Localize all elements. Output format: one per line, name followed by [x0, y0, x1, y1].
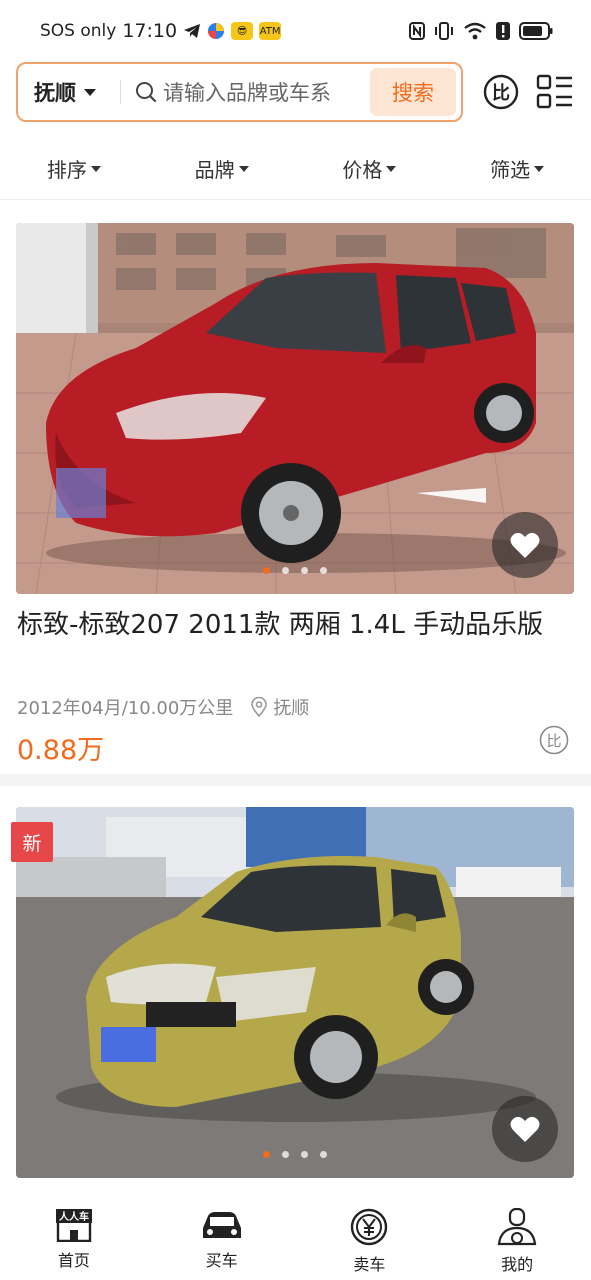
caret-down-icon — [90, 165, 101, 172]
status-bar: SOS only 17:10 😎 ATM — [0, 0, 591, 62]
profile-icon — [497, 1208, 537, 1246]
nav-label: 首页 — [57, 1251, 90, 1270]
pager-dot — [263, 567, 270, 574]
meituan-icon: 😎 — [231, 22, 254, 40]
telegram-icon — [183, 23, 201, 39]
card-separator — [0, 774, 591, 786]
compare-button[interactable]: 比 — [483, 74, 519, 110]
nav-sell[interactable]: 卖车 — [296, 1196, 444, 1280]
list-menu-icon — [536, 74, 572, 109]
filter-label: 品牌 — [194, 158, 235, 182]
battery-icon — [519, 22, 553, 40]
nav-label: 我的 — [501, 1255, 534, 1274]
vibrate-icon — [434, 22, 454, 40]
search-placeholder: 请输入品牌或车系 — [163, 81, 331, 105]
favorite-button[interactable] — [492, 512, 558, 578]
compare-label: 比 — [546, 732, 561, 750]
home-icon: 人人车 — [55, 1209, 92, 1242]
nfc-icon — [409, 22, 425, 40]
filter-more[interactable]: 筛选 — [443, 154, 591, 183]
city-selector[interactable]: 抚顺 — [18, 77, 120, 107]
heart-icon — [510, 532, 540, 558]
car-title[interactable]: 标致-标致207 2011款 两厢 1.4L 手动品乐版 — [17, 604, 573, 647]
pager-dot — [320, 567, 327, 574]
filter-label: 价格 — [342, 158, 383, 182]
status-left: SOS only 17:10 😎 ATM — [40, 20, 282, 42]
nav-home[interactable]: 人人车 首页 — [0, 1196, 148, 1280]
caret-down-icon — [238, 165, 249, 172]
pager-dot — [301, 567, 308, 574]
car-photo[interactable] — [16, 807, 574, 1178]
menu-button[interactable] — [536, 73, 574, 111]
filter-label: 排序 — [46, 158, 87, 182]
wifi-icon — [463, 22, 487, 40]
city-label: 抚顺 — [34, 81, 76, 105]
car-meta: 2012年04月/10.00万公里 抚顺 — [17, 694, 309, 720]
app-icon: ATM — [259, 22, 282, 40]
search-header: 抚顺 请输入品牌或车系 搜索 比 — [0, 62, 591, 124]
search-icon — [136, 82, 157, 103]
car-price: 0.88万 — [17, 735, 105, 766]
filter-price[interactable]: 价格 — [296, 154, 444, 183]
alert-icon — [496, 22, 510, 40]
add-compare-button[interactable]: 比 — [539, 725, 569, 755]
nav-buy[interactable]: 买车 — [148, 1196, 296, 1280]
filter-brand[interactable]: 品牌 — [148, 154, 296, 183]
pager-dot — [282, 1151, 289, 1158]
favorite-button[interactable] — [492, 1096, 558, 1162]
carrier-text: SOS only — [40, 21, 117, 41]
compare-label: 比 — [492, 83, 510, 104]
car-icon — [202, 1212, 241, 1238]
compare-icon: 比 — [483, 74, 519, 110]
compare-icon: 比 — [539, 725, 569, 755]
home-logo-text: 人人车 — [59, 1210, 89, 1223]
status-time: 17:10 — [122, 20, 178, 42]
yuan-icon — [351, 1208, 388, 1246]
nav-label: 买车 — [205, 1251, 238, 1270]
heart-icon — [510, 1116, 540, 1142]
photo-pager — [16, 567, 574, 574]
filter-bar: 排序 品牌 价格 筛选 — [0, 138, 591, 200]
bottom-nav: 人人车 首页 买车 卖车 我的 — [0, 1196, 591, 1280]
pager-dot — [301, 1151, 308, 1158]
nav-label: 卖车 — [353, 1255, 386, 1274]
new-badge: 新 — [11, 822, 53, 862]
filter-sort[interactable]: 排序 — [0, 154, 148, 183]
date-mileage: 2012年04月/10.00万公里 — [17, 698, 234, 719]
search-input[interactable]: 请输入品牌或车系 — [121, 77, 370, 107]
search-box: 抚顺 请输入品牌或车系 搜索 — [16, 62, 463, 122]
photo-pager — [16, 1151, 574, 1158]
status-right — [409, 22, 553, 40]
location: 抚顺 — [273, 698, 310, 719]
pager-dot — [320, 1151, 327, 1158]
nav-profile[interactable]: 我的 — [443, 1196, 591, 1280]
search-button[interactable]: 搜索 — [370, 68, 456, 116]
caret-down-icon — [386, 165, 397, 172]
filter-label: 筛选 — [490, 158, 531, 182]
pager-dot — [282, 567, 289, 574]
caret-down-icon — [84, 88, 96, 96]
browser-icon — [207, 22, 225, 40]
caret-down-icon — [534, 165, 545, 172]
location-pin-icon — [251, 697, 268, 717]
pager-dot — [263, 1151, 270, 1158]
car-photo[interactable] — [16, 223, 574, 594]
